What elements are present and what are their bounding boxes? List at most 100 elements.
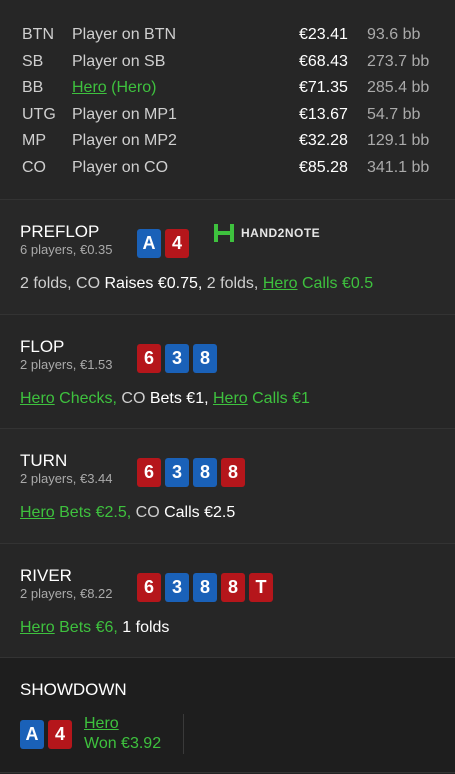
card: 8 [221, 458, 245, 487]
player-name: Player on SB [72, 52, 166, 70]
player-name: Player on CO [72, 158, 169, 176]
card: 4 [48, 719, 72, 749]
hero-link[interactable]: Hero [72, 79, 107, 96]
street-name: RIVER [20, 566, 72, 585]
card: 8 [221, 573, 245, 602]
showdown-cards: A 4 [20, 719, 72, 749]
player-stack: €68.43 [299, 52, 348, 70]
street-cards: A 4 [137, 229, 189, 258]
street-info: 2 players, €1.53 [20, 357, 113, 372]
player-stack: €13.67 [299, 105, 348, 123]
card: A [137, 229, 161, 258]
showdown-result: Hero Won €3.92 [84, 714, 185, 754]
street-cards: 6 3 8 8 [137, 458, 245, 487]
player-row: SB Player on SB €68.43 273.7 bb [22, 49, 433, 76]
street-name: TURN [20, 451, 68, 470]
action-text: Raises €0.75, [104, 275, 203, 292]
street-name: FLOP [20, 337, 65, 356]
player-stack-bb: 273.7 bb [367, 52, 430, 70]
showdown-winnings: Won €3.92 [84, 735, 162, 752]
player-name: Hero (Hero) [72, 79, 299, 97]
card: 8 [193, 573, 217, 602]
player-row-hero: BB Hero (Hero) €71.35 285.4 bb [22, 75, 433, 102]
action-text: Bets €2.5, [54, 504, 132, 521]
player-stack: €32.28 [299, 132, 348, 150]
hand-history-panel: BTN Player on BTN €23.41 93.6 bb SB Play… [0, 0, 455, 774]
street-action: Hero Bets €6, 1 folds [20, 618, 435, 638]
showdown-row: A 4 Hero Won €3.92 [20, 714, 435, 754]
hero-link[interactable]: Hero [20, 390, 55, 407]
logo-text: HAND2NOTE [241, 226, 321, 240]
street-river: RIVER 2 players, €8.22 6 3 8 8 T Hero Be… [0, 544, 455, 658]
street-title-block: TURN 2 players, €3.44 [20, 451, 137, 487]
card: 4 [165, 229, 189, 258]
player-name: Player on MP2 [72, 132, 177, 150]
street-cards: 6 3 8 [137, 344, 217, 373]
player-stack: €23.41 [299, 26, 348, 44]
player-name: Player on BTN [72, 26, 177, 44]
hero-link[interactable]: Hero [263, 275, 298, 292]
card: A [20, 719, 44, 749]
player-position: MP [22, 132, 46, 150]
action-text: 2 folds, [202, 275, 263, 292]
player-stack-bb: 93.6 bb [367, 26, 421, 44]
card: 3 [165, 458, 189, 487]
card: 6 [137, 458, 161, 487]
card: 3 [165, 344, 189, 373]
street-action: 2 folds, CO Raises €0.75, 2 folds, Hero … [20, 274, 435, 294]
player-stack: €85.28 [299, 158, 348, 176]
action-text: Bets €6, [54, 619, 118, 636]
street-title-block: RIVER 2 players, €8.22 [20, 566, 137, 602]
action-text: CO [116, 390, 150, 407]
player-stack-bb: 341.1 bb [367, 158, 430, 176]
player-row: BTN Player on BTN €23.41 93.6 bb [22, 22, 433, 49]
street-flop: FLOP 2 players, €1.53 6 3 8 Hero Checks,… [0, 315, 455, 429]
street-action: Hero Checks, CO Bets €1, Hero Calls €1 [20, 389, 435, 409]
player-row: MP Player on MP2 €32.28 129.1 bb [22, 128, 433, 155]
street-info: 6 players, €0.35 [20, 242, 113, 257]
street-preflop: PREFLOP 6 players, €0.35 A 4 HAND2NOTE 2… [0, 200, 455, 315]
card: 6 [137, 344, 161, 373]
street-action: Hero Bets €2.5, CO Calls €2.5 [20, 503, 435, 523]
action-text: Checks, [54, 390, 117, 407]
player-position: CO [22, 158, 46, 176]
hero-link[interactable]: Hero [20, 504, 55, 521]
street-info: 2 players, €3.44 [20, 471, 113, 486]
players-table: BTN Player on BTN €23.41 93.6 bb SB Play… [0, 0, 455, 200]
action-text: 1 folds [117, 619, 170, 636]
action-text: Calls €1 [247, 390, 310, 407]
card: 8 [193, 344, 217, 373]
street-header: RIVER 2 players, €8.22 6 3 8 8 T [20, 566, 435, 602]
street-title-block: FLOP 2 players, €1.53 [20, 337, 137, 373]
player-stack-bb: 129.1 bb [367, 132, 430, 150]
action-text: Calls €2.5 [164, 504, 236, 521]
hero-suffix: (Hero) [106, 79, 157, 97]
street-header: FLOP 2 players, €1.53 6 3 8 [20, 337, 435, 373]
action-text: Bets €1, [149, 390, 209, 407]
player-position: BTN [22, 26, 54, 44]
player-position: UTG [22, 105, 56, 123]
action-text: Calls €0.5 [297, 275, 374, 292]
street-name: PREFLOP [20, 222, 100, 241]
player-position: BB [22, 79, 44, 97]
player-position: SB [22, 52, 44, 70]
hero-link[interactable]: Hero [84, 715, 119, 732]
hero-link[interactable]: Hero [213, 390, 248, 407]
card: 6 [137, 573, 161, 602]
street-title-block: PREFLOP 6 players, €0.35 [20, 222, 137, 258]
street-turn: TURN 2 players, €3.44 6 3 8 8 Hero Bets … [0, 429, 455, 544]
player-stack-bb: 285.4 bb [367, 79, 430, 97]
player-row: UTG Player on MP1 €13.67 54.7 bb [22, 102, 433, 129]
card: 3 [165, 573, 189, 602]
player-row: CO Player on CO €85.28 341.1 bb [22, 155, 433, 182]
street-header: TURN 2 players, €3.44 6 3 8 8 [20, 451, 435, 487]
hero-link[interactable]: Hero [20, 619, 55, 636]
hand2note-logo: HAND2NOTE [213, 222, 320, 244]
player-stack: €71.35 [299, 79, 348, 97]
card: 8 [193, 458, 217, 487]
action-text: CO [131, 504, 165, 521]
showdown-title: SHOWDOWN [20, 680, 127, 699]
player-name: Player on MP1 [72, 105, 177, 123]
street-info: 2 players, €8.22 [20, 586, 113, 601]
action-text: 2 folds, CO [20, 275, 105, 292]
